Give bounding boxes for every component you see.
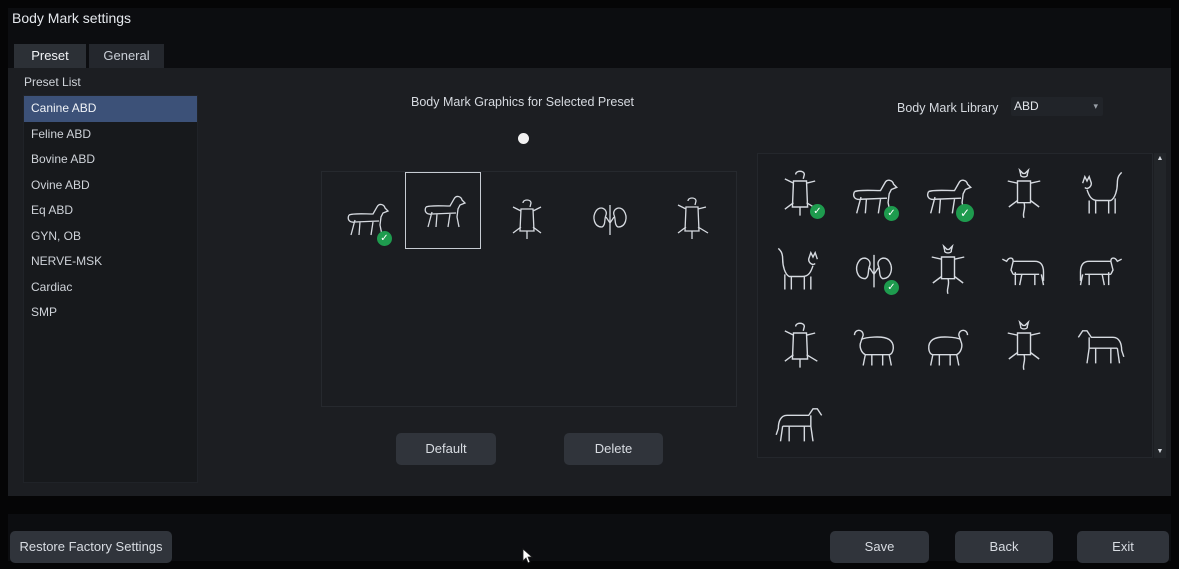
- library-item-dog-side-2[interactable]: ✓: [922, 170, 978, 226]
- graphic-dog-supine-2[interactable]: [654, 181, 730, 258]
- library-item-cat-supine-2[interactable]: [922, 243, 978, 300]
- tab-general[interactable]: General: [89, 44, 164, 68]
- check-icon: ✓: [884, 206, 899, 221]
- back-button[interactable]: Back: [955, 531, 1053, 563]
- cat-side-icon: [1081, 171, 1123, 214]
- library-item-kidneys[interactable]: ✓: [848, 244, 904, 300]
- preset-item-eq-abd[interactable]: Eq ABD: [24, 198, 197, 224]
- graphics-heading: Body Mark Graphics for Selected Preset: [411, 95, 635, 109]
- exit-button[interactable]: Exit: [1077, 531, 1169, 563]
- dog-supine-icon: [512, 199, 542, 239]
- graphic-dog-side-1[interactable]: ✓: [329, 181, 405, 258]
- cat-side-icon: [777, 247, 819, 290]
- dog-supine-icon: [784, 322, 818, 368]
- scroll-down-icon[interactable]: ▼: [1154, 446, 1166, 458]
- preset-item-smp[interactable]: SMP: [24, 300, 197, 326]
- default-button[interactable]: Default: [396, 433, 496, 465]
- delete-button[interactable]: Delete: [564, 433, 663, 465]
- library-item-cat-supine-3[interactable]: [998, 319, 1054, 376]
- library-item-dog-supine-2[interactable]: [774, 320, 830, 376]
- page-indicator-dot: [518, 133, 529, 144]
- library-item-cow-side-2[interactable]: [1074, 244, 1130, 300]
- preset-item-cardiac[interactable]: Cardiac: [24, 275, 197, 301]
- horse-side-icon: [1077, 330, 1125, 364]
- cat-supine-icon: [1007, 167, 1041, 219]
- cat-supine-icon: [931, 243, 965, 295]
- preset-item-bovine-abd[interactable]: Bovine ABD: [24, 147, 197, 173]
- preset-item-gyn-ob[interactable]: GYN, OB: [24, 224, 197, 250]
- dog-side-icon: [424, 195, 467, 228]
- preset-list-label: Preset List: [24, 75, 81, 89]
- library-scrollbar[interactable]: ▲ ▼: [1154, 153, 1166, 458]
- library-item-sheep-side[interactable]: [848, 320, 904, 376]
- library-label: Body Mark Library: [897, 101, 999, 115]
- check-icon: ✓: [884, 280, 899, 295]
- cow-side-icon: [1002, 257, 1045, 286]
- preset-list: Canine ABD Feline ABD Bovine ABD Ovine A…: [23, 95, 198, 483]
- preset-item-feline-abd[interactable]: Feline ABD: [24, 122, 197, 148]
- library-item-cow-side[interactable]: [998, 244, 1054, 300]
- check-icon: ✓: [956, 204, 974, 222]
- library-item-horse-side-2[interactable]: [774, 398, 830, 454]
- library-item-dog-side[interactable]: ✓: [848, 170, 904, 226]
- sheep-side-icon: [928, 329, 969, 366]
- library-item-cat-side-2[interactable]: [774, 244, 830, 300]
- graphic-kidneys[interactable]: [572, 181, 648, 258]
- library-item-cat-side[interactable]: [1074, 168, 1130, 224]
- graphic-dog-supine[interactable]: [489, 181, 565, 258]
- restore-factory-settings-button[interactable]: Restore Factory Settings: [10, 531, 172, 563]
- check-icon: ✓: [377, 231, 392, 246]
- dog-supine-icon: [677, 197, 709, 239]
- library-select-value: ABD: [1014, 99, 1039, 113]
- kidneys-icon: [593, 205, 627, 235]
- library-select[interactable]: ABD ▾: [1011, 97, 1103, 116]
- preset-item-nerve-msk[interactable]: NERVE-MSK: [24, 249, 197, 275]
- tab-preset[interactable]: Preset: [14, 44, 86, 68]
- graphic-dog-side-2[interactable]: [405, 172, 481, 249]
- library-item-dog-supine[interactable]: ✓: [774, 168, 830, 224]
- chevron-down-icon: ▾: [1093, 101, 1098, 111]
- selected-graphics-panel: ✓: [321, 171, 737, 407]
- preset-item-canine-abd[interactable]: Canine ABD: [24, 96, 197, 122]
- library-item-sheep-side-2[interactable]: [922, 320, 978, 376]
- library-item-horse-side[interactable]: [1074, 320, 1130, 376]
- preset-item-ovine-abd[interactable]: Ovine ABD: [24, 173, 197, 199]
- check-icon: ✓: [810, 204, 825, 219]
- window-title: Body Mark settings: [12, 10, 132, 26]
- horse-side-icon: [775, 408, 823, 442]
- sheep-side-icon: [853, 329, 894, 366]
- cat-supine-icon: [1007, 319, 1041, 371]
- save-button[interactable]: Save: [830, 531, 929, 563]
- library-item-cat-supine[interactable]: [998, 167, 1054, 224]
- scroll-up-icon[interactable]: ▲: [1154, 153, 1166, 165]
- library-panel: ✓ ✓ ✓ ✓: [757, 153, 1153, 458]
- cow-side-icon: [1079, 257, 1122, 286]
- divider: [8, 496, 1171, 514]
- mouse-cursor-icon: [522, 548, 534, 564]
